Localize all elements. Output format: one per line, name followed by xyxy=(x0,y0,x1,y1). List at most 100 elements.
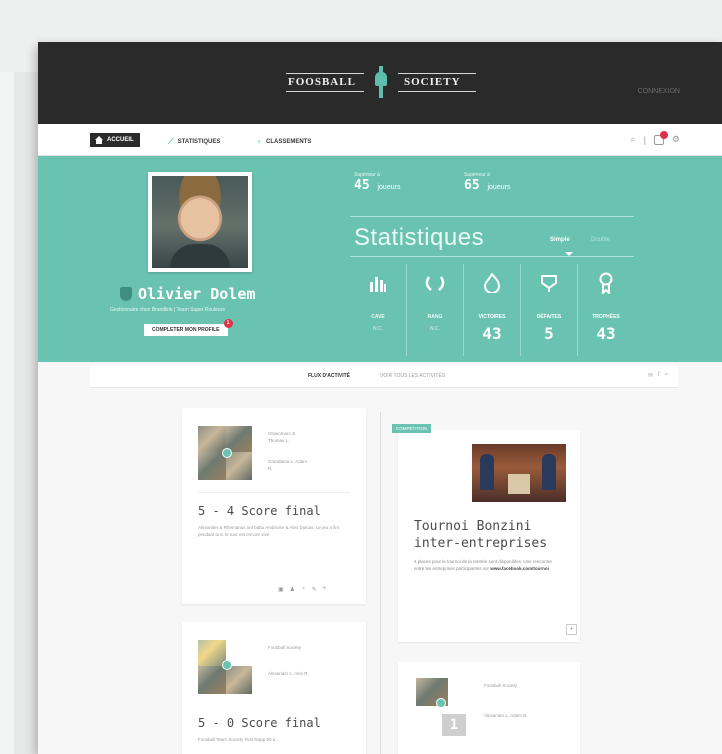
tab-all-activities[interactable]: VOIR TOUS LES ACTIVITÉS xyxy=(380,373,445,379)
nav-stats-label: STATISTIQUES xyxy=(177,139,221,145)
toggle-double[interactable]: Double xyxy=(591,237,610,243)
tab-activity-feed[interactable]: FLUX D'ACTIVITÉ xyxy=(308,373,350,379)
card-label: Alexander L. Adam B. xyxy=(484,713,528,718)
rank-right: Supérieur à 65 joueurs xyxy=(464,172,510,193)
rank-left-value: 45 joueurs xyxy=(354,178,401,193)
event-tag: COMPÉTITION xyxy=(392,424,432,433)
nav-rankings[interactable]: ♆ CLASSEMENTS xyxy=(256,137,311,146)
event-link[interactable]: www.facebook.com/tournoi xyxy=(490,566,549,571)
match-description: Foosball Team Society First Rapp 50 a... xyxy=(198,737,279,742)
event-photo xyxy=(472,444,566,502)
player-photo xyxy=(198,452,226,480)
settings-icon[interactable]: ⚙ xyxy=(672,134,680,145)
toggle-simple[interactable]: Simple xyxy=(550,237,570,243)
logo-word-right: SOCIETY xyxy=(404,76,461,88)
plus-icon[interactable]: + xyxy=(323,586,327,593)
player-photo xyxy=(198,426,226,452)
facebook-icon[interactable]: f xyxy=(658,372,660,379)
rss-icon[interactable]: ≈ xyxy=(665,372,668,379)
profile-hero: Olivier Dolem Gestionnaire chez Brandlin… xyxy=(38,156,722,362)
expand-button[interactable]: + xyxy=(566,624,577,635)
comment-icon[interactable]: ✎ xyxy=(312,586,317,593)
complete-profile-label: COMPLETER MON PROFILE xyxy=(152,327,220,333)
divider xyxy=(198,492,350,493)
player-photo xyxy=(198,666,226,694)
stat-tile-rang[interactable]: RANG N.C. xyxy=(406,264,463,356)
stat-label: DÉFAITES xyxy=(536,314,562,320)
match-description: Alexander & Rhemanus ont battu Ambroise … xyxy=(198,525,339,537)
medal-icon xyxy=(578,272,634,294)
stat-value: 5 xyxy=(544,324,554,343)
complete-profile-button[interactable]: COMPLETER MON PROFILE 1 xyxy=(144,319,233,336)
card-label: Foosball Society xyxy=(484,683,518,688)
match-score-title: 5 - 4 Score final xyxy=(198,504,321,518)
stat-tile-cave[interactable]: CAVE N.C. xyxy=(350,264,406,356)
bar-chart-icon xyxy=(350,272,406,294)
player-name-text: Olivier Dolem xyxy=(138,285,256,303)
team-a: Foosball Society xyxy=(268,645,302,650)
stat-label: CAVE xyxy=(371,314,385,320)
avatar xyxy=(148,172,252,272)
stats-title: Statistiques xyxy=(354,224,485,251)
notification-dot xyxy=(659,130,668,139)
player-photo xyxy=(226,666,252,694)
match-card[interactable]: Foosball Society Alexander L. Alex R. 5 … xyxy=(182,622,366,754)
trophy-icon[interactable]: ♆ xyxy=(301,586,306,593)
shield-icon xyxy=(120,287,132,301)
player-subtitle: Gestionnaire chez Brandlink | Team Super… xyxy=(110,307,225,313)
card-actions: ▣ ♟ ♆ ✎ + xyxy=(278,586,326,593)
flame-icon xyxy=(464,272,520,294)
laurel-icon xyxy=(407,272,463,294)
stat-label: VICTOIRES xyxy=(478,314,506,320)
rank-right-value: 65 joueurs xyxy=(464,178,511,193)
stat-value: 43 xyxy=(596,324,616,343)
player-name: Olivier Dolem xyxy=(120,285,255,303)
team-b: Grandama L. Adam R. xyxy=(268,459,308,471)
nav-tools: ⌕ | ⚙ xyxy=(631,130,680,145)
connect-link[interactable]: CONNEXION xyxy=(638,88,680,95)
foosball-player-icon xyxy=(374,66,388,98)
stat-value: N.C. xyxy=(430,326,440,332)
event-title: Tournoi Bonzini inter-entreprises xyxy=(414,519,548,551)
stats-tiles: CAVE N.C. RANG N.C. VICTOIRES 43 DÉFAITE… xyxy=(350,264,634,356)
event-description: 4 places pour le tournoi de la rentrée s… xyxy=(414,559,552,571)
home-icon xyxy=(95,136,103,144)
versus-icon xyxy=(436,698,446,708)
stat-tile-defaites[interactable]: DÉFAITES 5 xyxy=(520,264,577,356)
ranking-card[interactable]: 1 Foosball Society Alexander L. Adam B. xyxy=(398,662,580,754)
feed-tabs: FLUX D'ACTIVITÉ VOIR TOUS LES ACTIVITÉS … xyxy=(90,364,678,388)
site-header: FOOSBALL SOCIETY CONNEXION xyxy=(38,42,722,124)
versus-icon xyxy=(222,660,232,670)
nav-home-label: ACCUEIL xyxy=(107,137,134,143)
event-card[interactable]: COMPÉTITION Tournoi Bonzini inter-entrep… xyxy=(392,424,580,642)
rank-badge: 1 xyxy=(442,714,466,736)
versus-icon xyxy=(222,448,232,458)
main-nav: ACCUEIL ⟋ STATISTIQUES ♆ CLASSEMENTS ⌕ |… xyxy=(38,124,722,156)
nav-home[interactable]: ACCUEIL xyxy=(90,133,140,147)
stat-value: 43 xyxy=(482,324,502,343)
notifications-icon[interactable] xyxy=(653,130,668,145)
divider xyxy=(350,216,634,217)
complete-profile-badge: 1 xyxy=(223,319,233,328)
mail-icon[interactable]: ✉ xyxy=(648,372,653,379)
rank-left: Supérieur à 45 joueurs xyxy=(354,172,400,193)
timeline-line xyxy=(380,412,381,754)
stat-value: N.C. xyxy=(373,326,383,332)
team-b: Alexander L. Alex R. xyxy=(268,671,309,676)
site-logo[interactable]: FOOSBALL SOCIETY xyxy=(286,64,476,100)
search-icon[interactable]: ⌕ xyxy=(631,134,636,145)
share-icon[interactable]: ▣ xyxy=(278,586,284,593)
ribbon-icon xyxy=(521,272,577,294)
logo-rule xyxy=(398,73,476,74)
logo-rule xyxy=(398,91,476,92)
like-icon[interactable]: ♟ xyxy=(290,586,295,593)
logo-rule xyxy=(286,73,364,74)
trend-icon: ⟋ xyxy=(168,137,174,146)
separator: | xyxy=(643,134,646,145)
stat-tile-trophees[interactable]: TROPHÉES 43 xyxy=(577,264,634,356)
stat-tile-victoires[interactable]: VICTOIRES 43 xyxy=(463,264,520,356)
logo-word-left: FOOSBALL xyxy=(288,76,356,88)
nav-rankings-label: CLASSEMENTS xyxy=(266,138,312,145)
match-card[interactable]: Olowomaro & Thomas L. Grandama L. Adam R… xyxy=(182,408,366,604)
nav-stats[interactable]: ⟋ STATISTIQUES xyxy=(168,137,220,147)
